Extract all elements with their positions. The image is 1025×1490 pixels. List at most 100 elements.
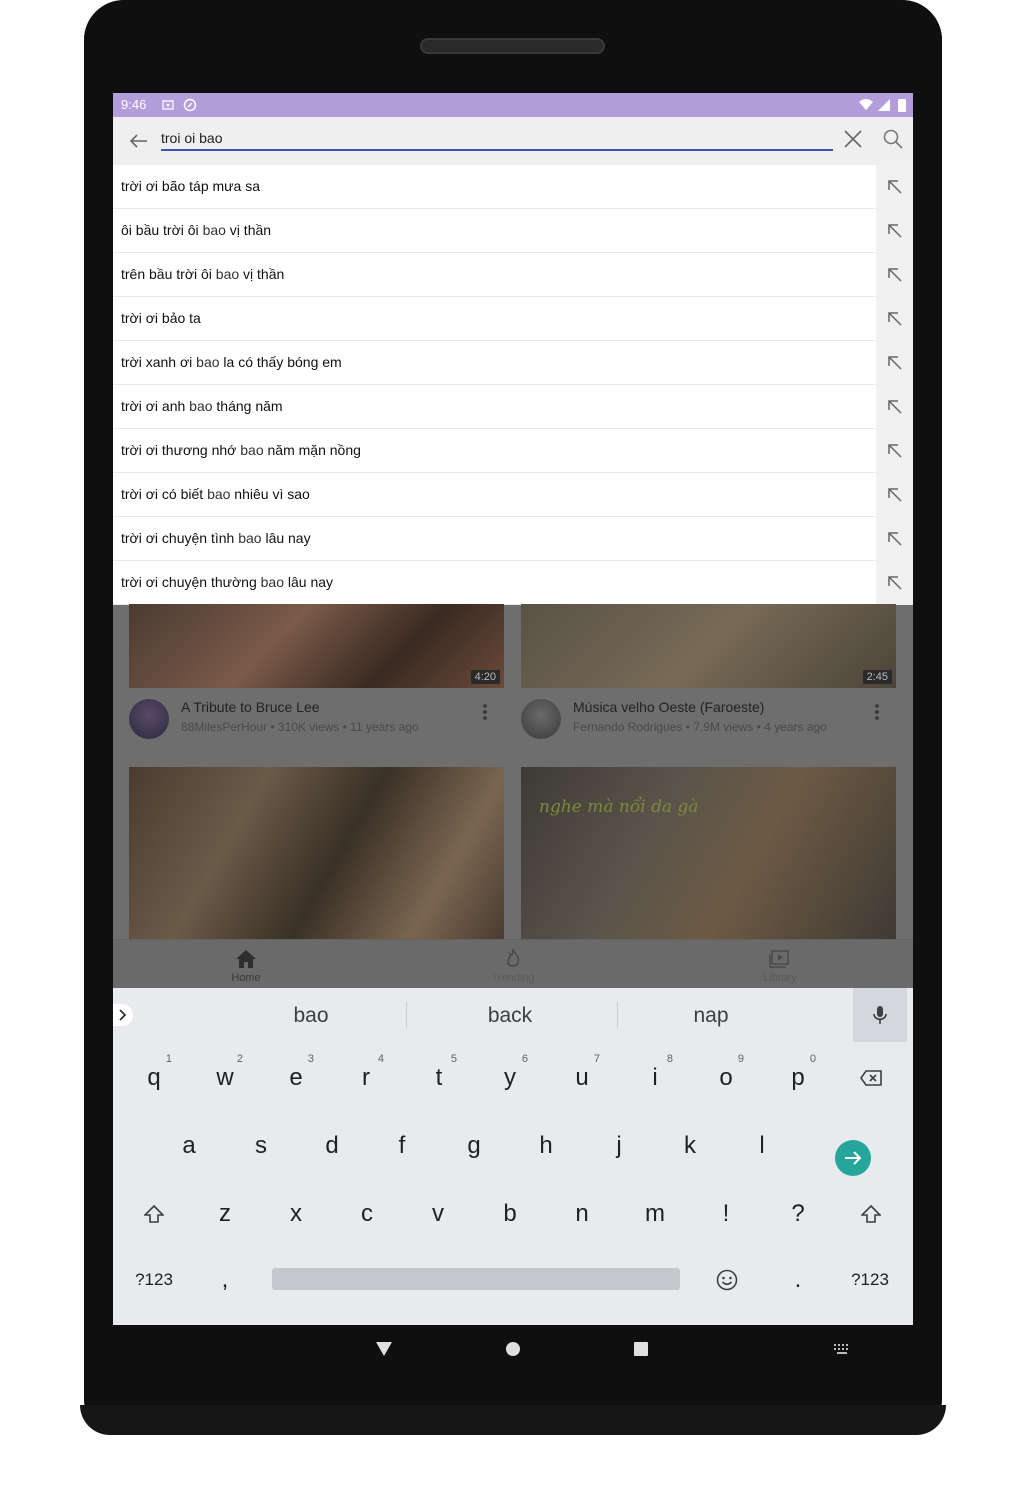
key-label: p bbox=[791, 1064, 805, 1091]
symbols-key-right[interactable]: ?123 bbox=[840, 1252, 900, 1308]
fill-query-button[interactable] bbox=[876, 253, 913, 297]
period-key[interactable]: . bbox=[768, 1252, 828, 1308]
nav-home[interactable]: Home bbox=[186, 940, 306, 989]
key-o[interactable]: o9 bbox=[696, 1050, 756, 1106]
suggestion-row[interactable]: trời ơi anh bao tháng năm bbox=[113, 385, 913, 429]
suggestion-row[interactable]: trên bầu trời ôi bao vị thần bbox=[113, 253, 913, 297]
keyboard-suggestion[interactable]: nap bbox=[651, 1004, 771, 1028]
suggestion-row[interactable]: trời ơi bảo ta bbox=[113, 297, 913, 341]
keyboard-switch-icon[interactable] bbox=[833, 1343, 851, 1355]
video-title[interactable]: Música velho Oeste (Faroeste) bbox=[573, 699, 764, 715]
system-back-icon[interactable] bbox=[375, 1341, 393, 1357]
clear-icon[interactable] bbox=[841, 127, 865, 151]
key-u[interactable]: u7 bbox=[552, 1050, 612, 1106]
key-label: r bbox=[362, 1064, 370, 1091]
fill-query-button[interactable] bbox=[876, 561, 913, 605]
key-y[interactable]: y6 bbox=[480, 1050, 540, 1106]
key-![interactable]: ! bbox=[696, 1186, 756, 1242]
channel-avatar[interactable] bbox=[521, 699, 561, 739]
suggestion-row[interactable]: trời ơi chuyện tình bao lâu nay bbox=[113, 517, 913, 561]
signal-icon bbox=[878, 99, 890, 111]
voice-input-button[interactable] bbox=[853, 988, 907, 1042]
key-j[interactable]: j bbox=[589, 1118, 649, 1174]
fill-query-button[interactable] bbox=[876, 385, 913, 429]
space-key[interactable] bbox=[272, 1268, 680, 1290]
fill-query-button[interactable] bbox=[876, 517, 913, 561]
nav-trending[interactable]: Trending bbox=[453, 940, 573, 989]
symbols-key-left[interactable]: ?123 bbox=[124, 1252, 184, 1308]
search-icon[interactable] bbox=[881, 127, 905, 151]
key-t[interactable]: t5 bbox=[409, 1050, 469, 1106]
expand-toolbar-icon[interactable] bbox=[113, 1004, 133, 1026]
keyboard-suggestion[interactable]: back bbox=[450, 1004, 570, 1028]
fill-query-button[interactable] bbox=[876, 297, 913, 341]
key-b[interactable]: b bbox=[480, 1186, 540, 1242]
suggestion-row[interactable]: trời ơi có biết bao nhiêu vì sao bbox=[113, 473, 913, 517]
key-p[interactable]: p0 bbox=[768, 1050, 828, 1106]
video-meta: 88MilesPerHour • 310K views • 11 years a… bbox=[181, 720, 419, 734]
suggestion-suffix: la có thấy bóng em bbox=[219, 354, 342, 370]
fill-query-button[interactable] bbox=[876, 473, 913, 517]
key-w[interactable]: w2 bbox=[195, 1050, 255, 1106]
key-i[interactable]: i8 bbox=[625, 1050, 685, 1106]
key-l[interactable]: l bbox=[732, 1118, 792, 1174]
fill-query-button[interactable] bbox=[876, 429, 913, 473]
key-e[interactable]: e3 bbox=[266, 1050, 326, 1106]
shift-key-left[interactable] bbox=[124, 1186, 184, 1242]
key-v[interactable]: v bbox=[408, 1186, 468, 1242]
enter-key[interactable] bbox=[835, 1140, 871, 1176]
nav-library[interactable]: Library bbox=[720, 940, 840, 989]
key-f[interactable]: f bbox=[372, 1118, 432, 1174]
suggestion-row[interactable]: trời xanh ơi bao la có thấy bóng em bbox=[113, 341, 913, 385]
suggestion-row[interactable]: trời ơi thương nhớ bao năm mặn nồng bbox=[113, 429, 913, 473]
key-c[interactable]: c bbox=[337, 1186, 397, 1242]
backspace-key[interactable] bbox=[841, 1050, 901, 1106]
view-count: 310K views bbox=[277, 720, 340, 734]
wifi-icon bbox=[859, 99, 873, 110]
video-title[interactable]: A Tribute to Bruce Lee bbox=[181, 699, 320, 715]
fill-query-button[interactable] bbox=[876, 165, 913, 209]
key-g[interactable]: g bbox=[444, 1118, 504, 1174]
key-q[interactable]: q1 bbox=[124, 1050, 184, 1106]
suggestion-row[interactable]: trời ơi bão táp mưa sa bbox=[113, 165, 913, 209]
arrow-right-icon bbox=[845, 1151, 862, 1165]
key-x[interactable]: x bbox=[266, 1186, 326, 1242]
video-thumbnail[interactable]: 4:20 bbox=[129, 604, 504, 688]
key-n[interactable]: n bbox=[552, 1186, 612, 1242]
video-thumbnail[interactable]: nghe mà nổi da gà bbox=[521, 767, 896, 939]
back-arrow-icon[interactable] bbox=[125, 127, 153, 155]
more-options-icon[interactable] bbox=[869, 702, 885, 722]
key-d[interactable]: d bbox=[302, 1118, 362, 1174]
shift-key-right[interactable] bbox=[841, 1186, 901, 1242]
key-z[interactable]: z bbox=[195, 1186, 255, 1242]
key-?[interactable]: ? bbox=[768, 1186, 828, 1242]
video-thumbnail[interactable]: 2:45 bbox=[521, 604, 896, 688]
emoji-key[interactable] bbox=[697, 1252, 757, 1308]
fill-query-button[interactable] bbox=[876, 341, 913, 385]
key-s[interactable]: s bbox=[231, 1118, 291, 1174]
system-recents-icon[interactable] bbox=[633, 1341, 649, 1357]
key-a[interactable]: a bbox=[159, 1118, 219, 1174]
fill-query-button[interactable] bbox=[876, 209, 913, 253]
key-h[interactable]: h bbox=[516, 1118, 576, 1174]
key-label: u bbox=[575, 1064, 589, 1091]
video-thumbnail[interactable] bbox=[129, 767, 504, 939]
shift-icon bbox=[143, 1204, 165, 1223]
suggestion-row[interactable]: ôi bầu trời ôi bao vị thần bbox=[113, 209, 913, 253]
suggestion-suffix: năm mặn nồng bbox=[263, 442, 361, 458]
suggestion-row[interactable]: trời ơi chuyện thường bao lâu nay bbox=[113, 561, 913, 605]
search-input[interactable] bbox=[161, 127, 833, 151]
key-label: g bbox=[467, 1132, 481, 1159]
key-m[interactable]: m bbox=[625, 1186, 685, 1242]
key-k[interactable]: k bbox=[660, 1118, 720, 1174]
keyboard-suggestion[interactable]: bao bbox=[251, 1004, 371, 1028]
suggestion-prefix: trên bầu trời ôi bbox=[121, 266, 216, 282]
sync-icon bbox=[183, 98, 197, 112]
suggestion-match: bao bbox=[240, 442, 264, 458]
channel-avatar[interactable] bbox=[129, 699, 169, 739]
system-home-icon[interactable] bbox=[505, 1341, 521, 1357]
key-r[interactable]: r4 bbox=[336, 1050, 396, 1106]
more-options-icon[interactable] bbox=[477, 702, 493, 722]
key-number-hint: 2 bbox=[236, 1053, 243, 1065]
comma-key[interactable]: , bbox=[195, 1252, 255, 1308]
